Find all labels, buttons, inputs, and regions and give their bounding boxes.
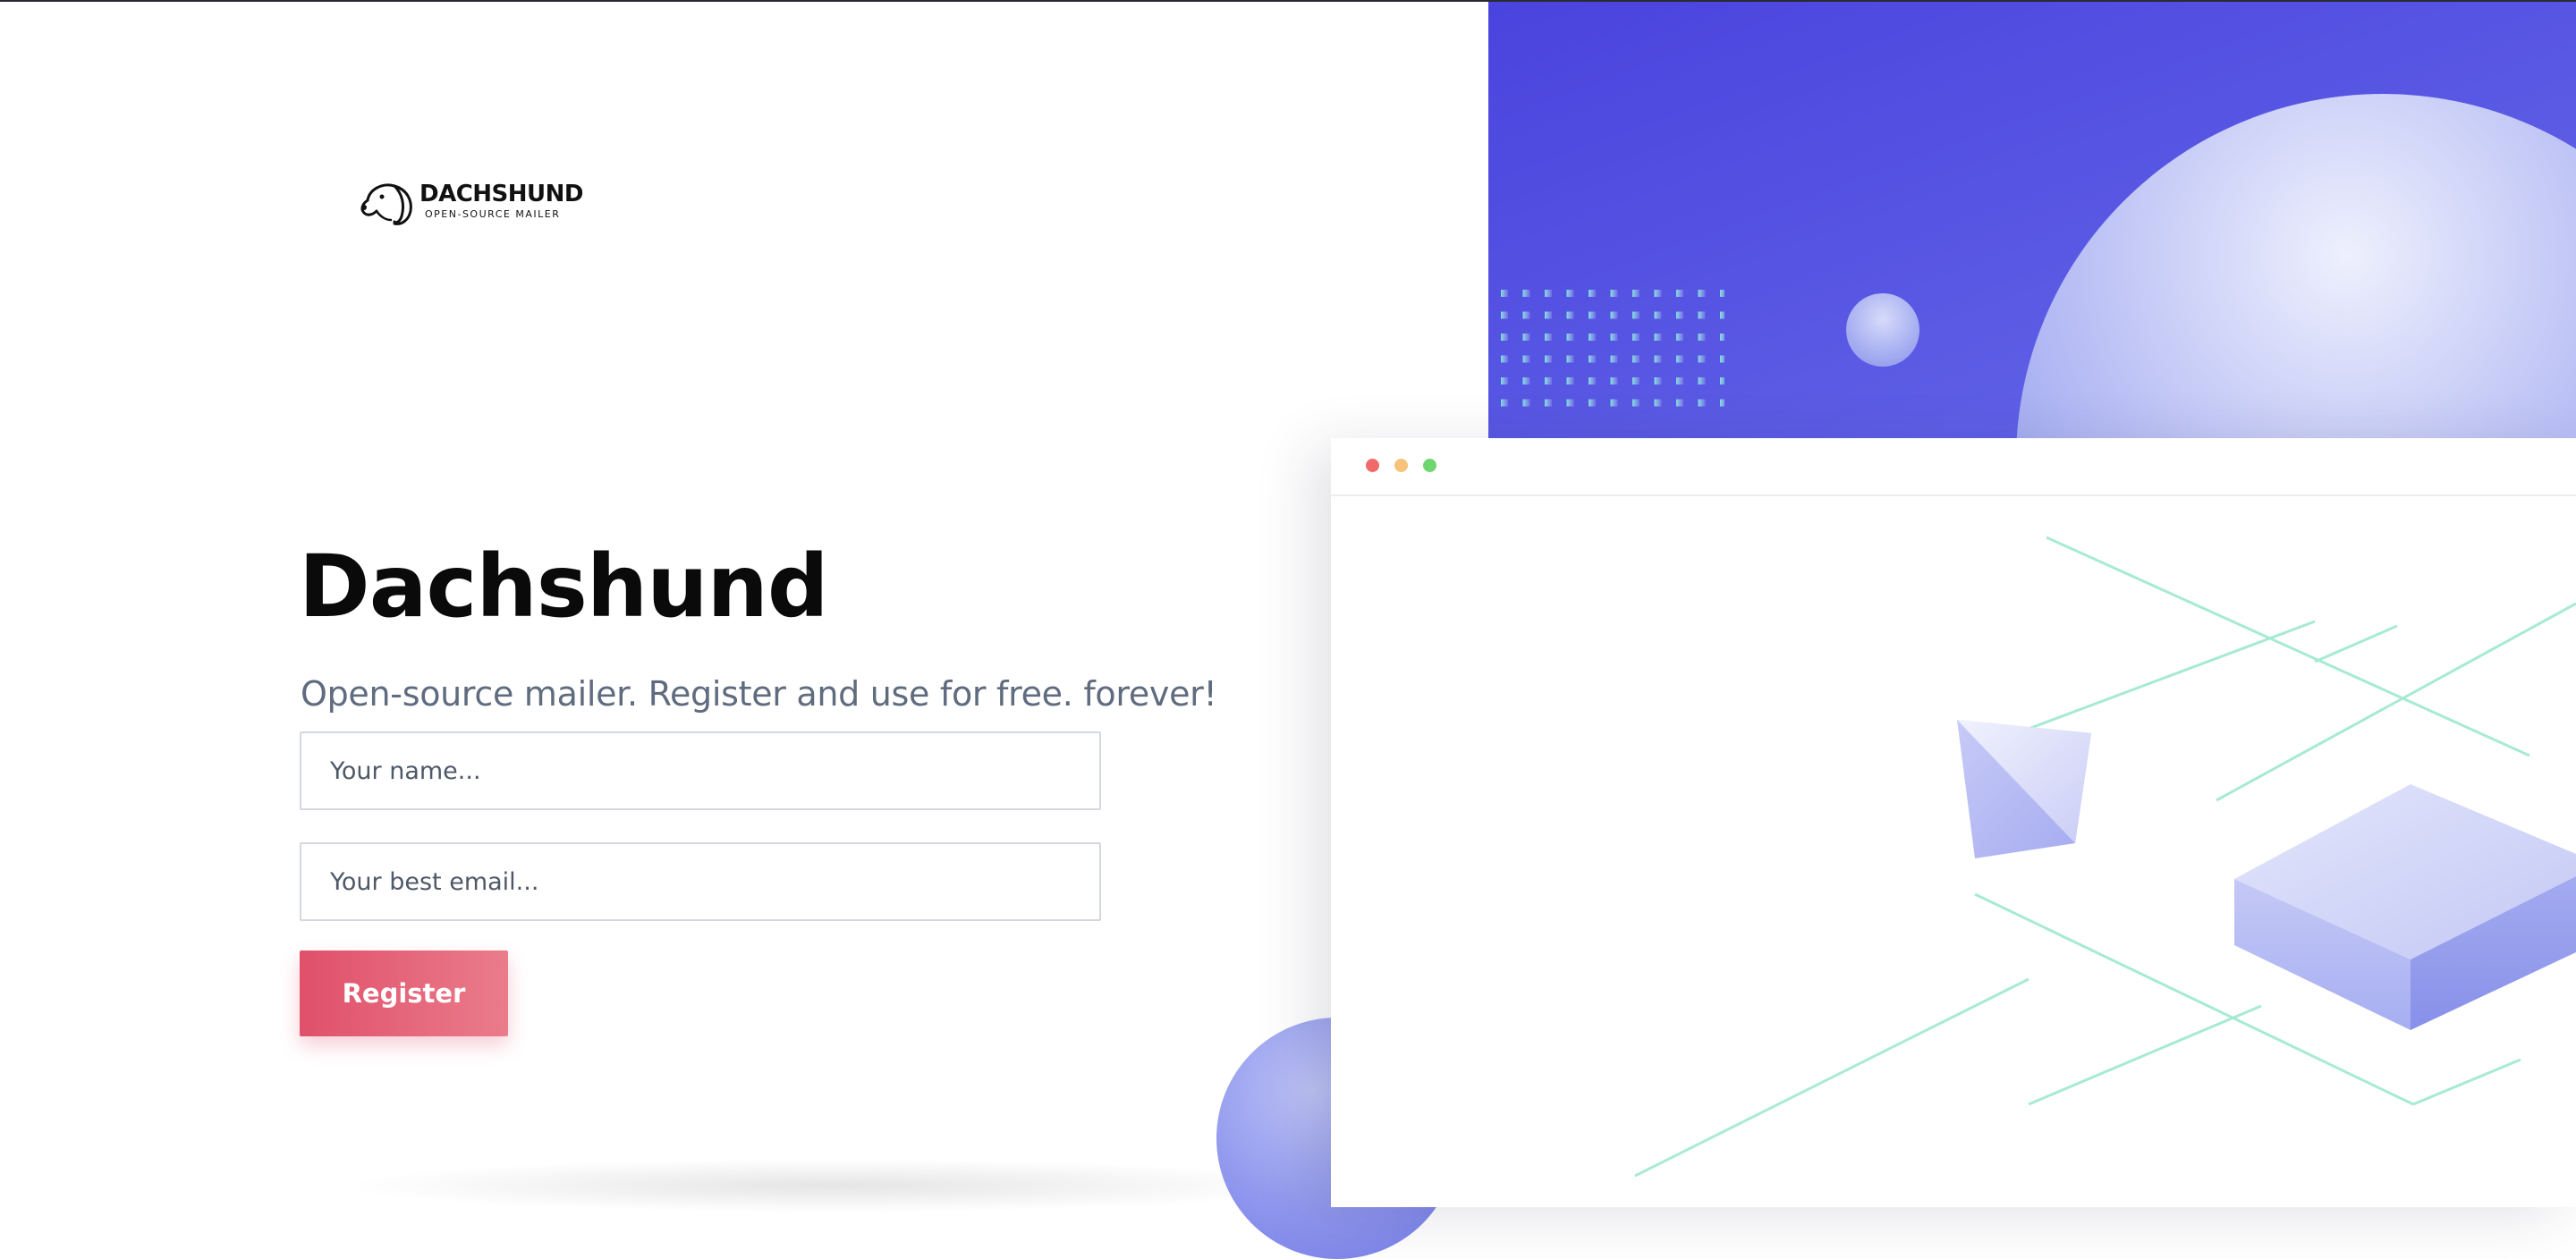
dachshund-dog-icon [360,183,412,225]
hero-illustration-panel [1488,0,2576,438]
window-minimize-dot [1394,459,1408,472]
window-top-edge [0,0,2576,2]
window-maximize-dot [1423,459,1436,472]
window-close-dot [1366,459,1379,472]
page-title: Dachshund [299,537,829,637]
dot-pattern-graphic [1501,290,1724,411]
page-subtitle: Open-source mailer. Register and use for… [301,674,1217,714]
name-input[interactable] [300,731,1101,810]
logo[interactable]: DACHSHUND OPEN-SOURCE MAILER [359,175,583,229]
browser-mockup [1331,438,2576,1207]
email-input[interactable] [300,842,1101,921]
isometric-illustration [1634,536,2576,1178]
register-button[interactable]: Register [300,951,508,1036]
browser-titlebar [1331,438,2576,496]
logo-name: DACHSHUND [419,181,583,207]
small-sphere-graphic [1846,293,1919,367]
logo-tagline: OPEN-SOURCE MAILER [425,208,561,220]
large-sphere-graphic [2016,94,2576,438]
bottom-shadow [340,1159,1324,1213]
